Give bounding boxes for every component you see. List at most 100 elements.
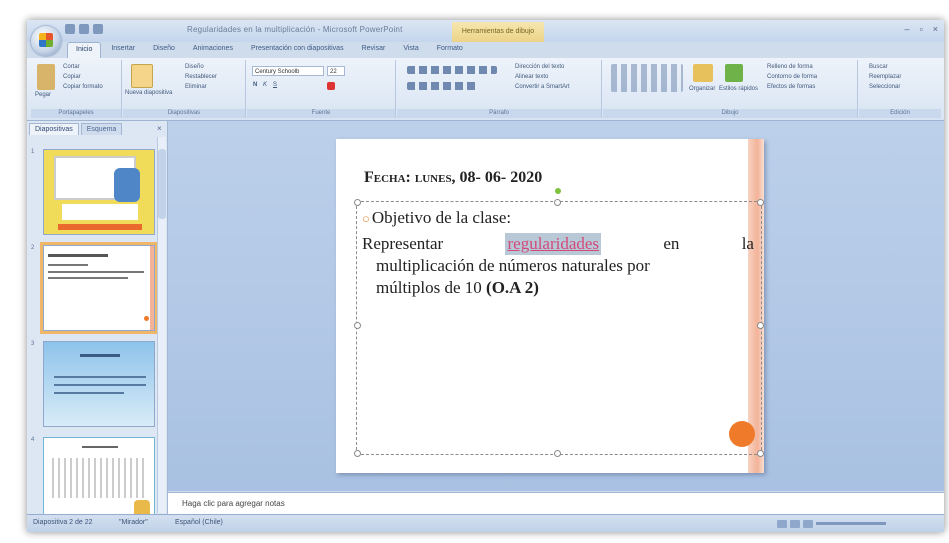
text-line-graphic [82, 446, 118, 448]
office-button[interactable] [31, 26, 61, 56]
body-line-3-text: múltiplos de 10 [376, 278, 482, 297]
layout-button[interactable]: Diseño [185, 64, 204, 70]
word: la [741, 234, 754, 253]
slideshow-view-icon[interactable] [803, 519, 813, 528]
align-icons[interactable] [407, 82, 477, 90]
format-painter-button[interactable]: Copiar formato [63, 84, 103, 90]
thumbnail-image [43, 341, 155, 427]
resize-handle[interactable] [757, 322, 764, 329]
tab-formato[interactable]: Formato [429, 42, 471, 58]
resize-handle[interactable] [554, 450, 561, 457]
cut-button[interactable]: Cortar [63, 64, 80, 70]
paste-button[interactable]: Pegar [35, 92, 51, 98]
minimize-button[interactable]: – [905, 24, 910, 34]
slide-thumbnail-3[interactable]: 3 [31, 341, 155, 431]
scrollbar-thumb[interactable] [158, 149, 166, 219]
italic-icon[interactable]: K [263, 82, 267, 88]
delete-button[interactable]: Eliminar [185, 84, 207, 90]
view-zoom-controls [777, 519, 927, 528]
rotation-handle[interactable] [555, 188, 561, 194]
save-icon[interactable] [65, 24, 75, 34]
tab-slides[interactable]: Diapositivas [29, 123, 79, 135]
tab-animaciones[interactable]: Animaciones [185, 42, 241, 58]
resize-handle[interactable] [757, 199, 764, 206]
normal-view-icon[interactable] [777, 519, 787, 528]
maximize-button[interactable]: ▫ [920, 24, 923, 34]
arrange-icon[interactable] [693, 64, 713, 82]
copy-button[interactable]: Copiar [63, 74, 81, 80]
body-line-2: multiplicación de números naturales por [376, 256, 650, 275]
slide-number: 4 [31, 437, 35, 443]
shape-fill-button[interactable]: Relleno de forma [767, 64, 813, 70]
find-button[interactable]: Buscar [869, 64, 888, 70]
text-line-graphic [54, 392, 124, 394]
tab-insertar[interactable]: Insertar [103, 42, 143, 58]
font-name-select[interactable]: Century Schoolb [252, 66, 324, 76]
font-size-select[interactable]: 22 [327, 66, 345, 76]
tab-vista[interactable]: Vista [395, 42, 426, 58]
language-indicator[interactable]: Español (Chile) [175, 519, 223, 526]
body-line-3: múltiplos de 10 (O.A 2) [362, 277, 754, 299]
text-line-graphic [54, 376, 146, 378]
tab-diseno[interactable]: Diseño [145, 42, 183, 58]
list-icons[interactable] [407, 66, 497, 74]
thumbnail-image [43, 437, 155, 523]
slide-body-text[interactable]: Representar regularidades en la multipli… [362, 233, 754, 299]
close-button[interactable]: × [933, 24, 938, 34]
align-text-button[interactable]: Alinear texto [515, 74, 548, 80]
slide-counter: Diapositiva 2 de 22 [33, 519, 93, 526]
new-slide-icon[interactable] [131, 64, 153, 88]
slide-thumbnail-1[interactable]: 1 [31, 149, 155, 239]
bullet-objective[interactable]: ○ Objetivo de la clase: [362, 208, 511, 228]
text-direction-button[interactable]: Dirección del texto [515, 64, 564, 70]
smartart-button[interactable]: Convertir a SmartArt [515, 84, 570, 90]
underline-icon[interactable]: S [273, 82, 277, 88]
arrange-button[interactable]: Organizar [689, 86, 715, 92]
shapes-gallery-icon[interactable] [611, 64, 683, 92]
notes-placeholder[interactable]: Haga clic para agregar notas [182, 499, 285, 508]
accent-dot-graphic [144, 316, 149, 321]
thumbnail-image [43, 149, 155, 235]
redo-icon[interactable] [93, 24, 103, 34]
contextual-tab-drawing-tools[interactable]: Herramientas de dibujo [452, 22, 544, 42]
orange-circle-shape[interactable] [729, 421, 755, 447]
panel-close-icon[interactable]: × [157, 124, 162, 133]
zoom-slider[interactable] [816, 522, 886, 525]
shape-effects-button[interactable]: Efectos de formas [767, 84, 815, 90]
paste-icon[interactable] [37, 64, 55, 90]
new-slide-button[interactable]: Nueva diapositiva [125, 90, 172, 96]
resize-handle[interactable] [354, 199, 361, 206]
group-paragraph: Dirección del texto Alinear texto Conver… [397, 60, 602, 118]
kid-figure-graphic [114, 168, 140, 202]
resize-handle[interactable] [354, 322, 361, 329]
tab-outline[interactable]: Esquema [80, 123, 123, 135]
tab-presentacion[interactable]: Presentación con diapositivas [243, 42, 352, 58]
resize-handle[interactable] [757, 450, 764, 457]
notes-pane[interactable]: Haga clic para agregar notas [168, 492, 944, 515]
slide-thumbnail-2[interactable]: 2 [31, 242, 158, 335]
reset-button[interactable]: Restablecer [185, 74, 217, 80]
highlighted-word[interactable]: regularidades [505, 233, 602, 255]
quick-access-toolbar[interactable] [65, 24, 103, 34]
resize-handle[interactable] [354, 450, 361, 457]
replace-button[interactable]: Reemplazar [869, 74, 901, 80]
slide-title[interactable]: Fecha: lunes, 08- 06- 2020 [364, 169, 542, 187]
tab-revisar[interactable]: Revisar [354, 42, 394, 58]
sorter-view-icon[interactable] [790, 519, 800, 528]
shape-outline-button[interactable]: Contorno de forma [767, 74, 817, 80]
resize-handle[interactable] [554, 199, 561, 206]
group-label: Portapapeles [31, 109, 121, 118]
text-line-graphic [80, 354, 120, 357]
current-slide[interactable]: Fecha: lunes, 08- 06- 2020 ○ Objetivo de … [336, 139, 764, 473]
text-line-graphic [48, 264, 88, 266]
quick-styles-button[interactable]: Estilos rápidos [719, 86, 758, 92]
bold-icon[interactable]: N [253, 82, 257, 88]
powerpoint-window: Regularidades en la multiplicación - Mic… [27, 20, 944, 532]
tab-inicio[interactable]: Inicio [67, 42, 102, 59]
group-label: Fuente [247, 109, 395, 118]
font-color-icon[interactable] [327, 82, 335, 90]
panel-scrollbar[interactable] [157, 137, 166, 513]
select-button[interactable]: Seleccionar [869, 84, 900, 90]
quick-styles-icon[interactable] [725, 64, 743, 82]
undo-icon[interactable] [79, 24, 89, 34]
